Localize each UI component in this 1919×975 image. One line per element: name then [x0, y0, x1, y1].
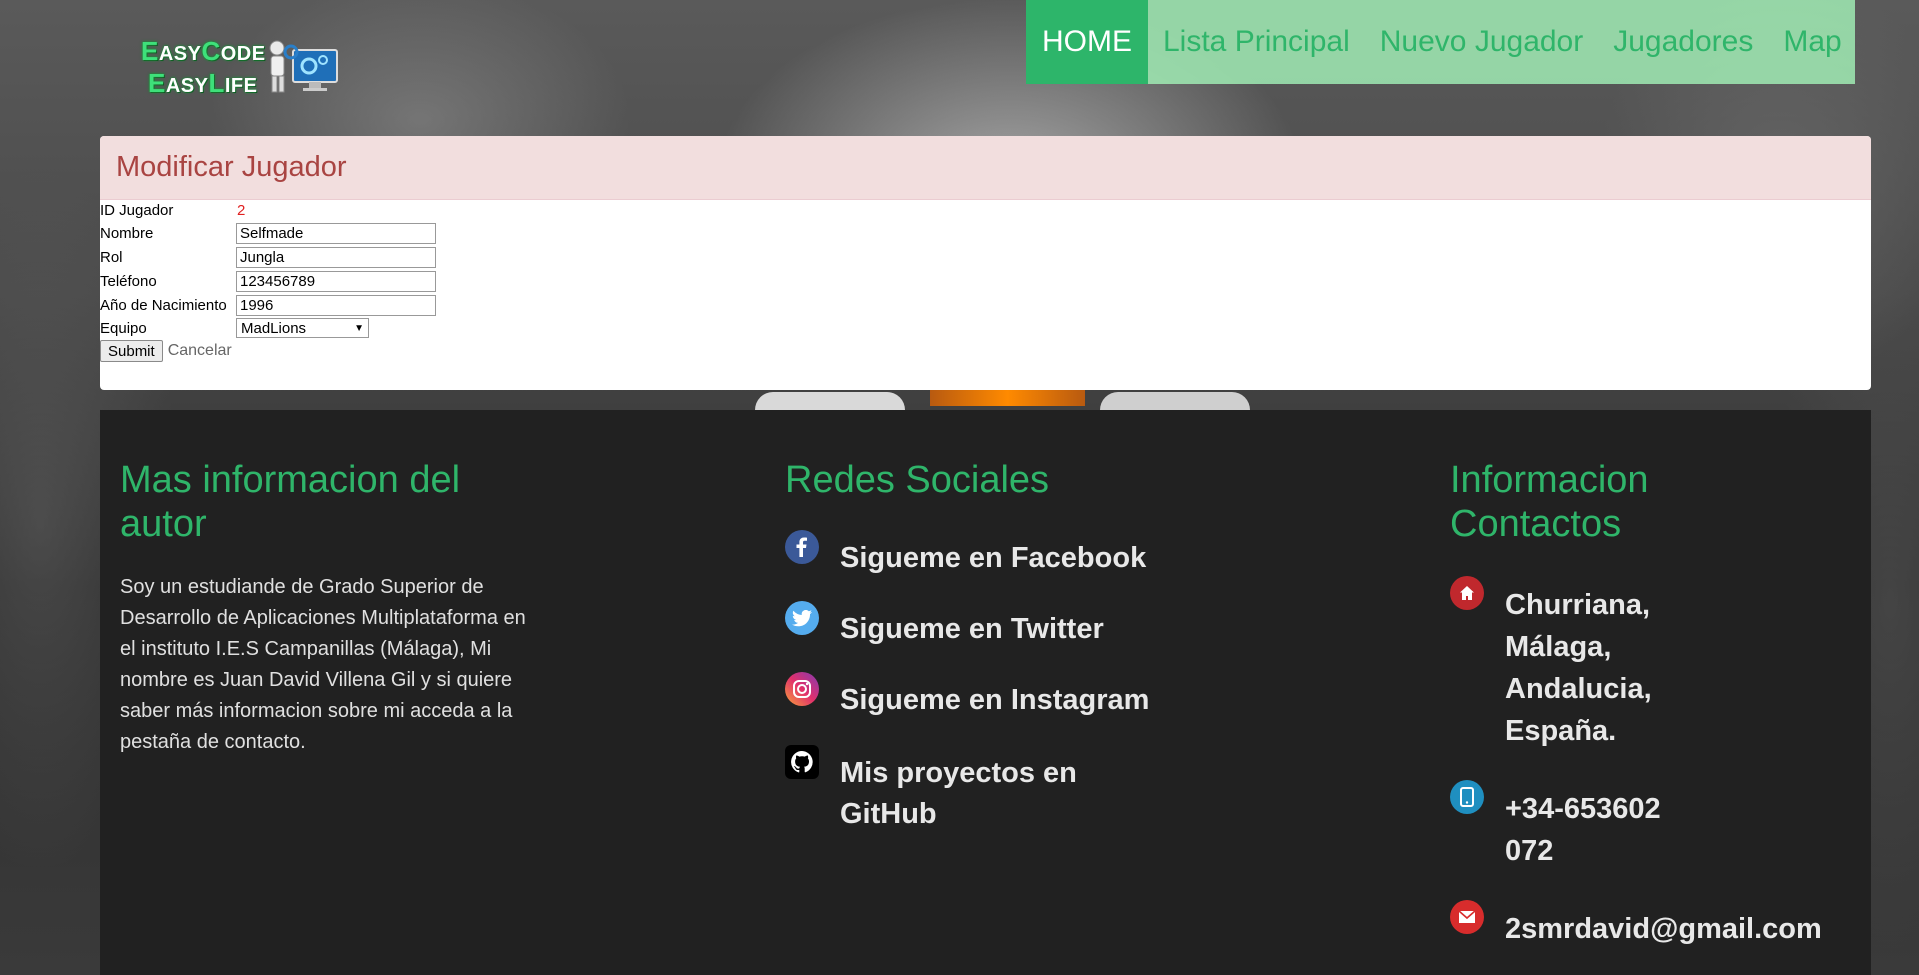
telefono-label: Teléfono — [100, 272, 157, 290]
logo-figure-icon — [269, 40, 338, 93]
cancel-link[interactable]: Cancelar — [168, 342, 232, 360]
nombre-label: Nombre — [100, 224, 154, 242]
logo-line-2: EASYLIFE — [148, 68, 258, 98]
nav-item-jugadores[interactable]: Jugadores — [1598, 0, 1768, 84]
nav-item-home[interactable]: HOME — [1026, 0, 1148, 84]
home-icon — [1450, 576, 1484, 610]
footer-about: Mas informacion del autor Soy un estudia… — [120, 458, 560, 758]
about-title: Mas informacion del autor — [120, 459, 461, 545]
main-nav: HOME Lista Principal Nuevo Jugador Jugad… — [1026, 0, 1855, 84]
page-title: Modificar Jugador — [116, 151, 347, 183]
form-actions: Submit Cancelar — [100, 340, 1871, 362]
rol-field[interactable] — [236, 246, 436, 268]
edit-player-form: ID Jugador 2 Nombre Rol Teléfono Año de … — [100, 200, 436, 339]
edit-player-panel: Modificar Jugador ID Jugador 2 Nombre Ro… — [100, 136, 1871, 390]
background-detail — [755, 392, 905, 410]
social-title: Redes Sociales — [785, 459, 1050, 501]
contact-title: Informacion Contactos — [1450, 459, 1649, 545]
equipo-label: Equipo — [100, 319, 147, 337]
envelope-icon — [1450, 900, 1484, 934]
about-text: Soy un estudiande de Grado Superior de D… — [120, 576, 526, 753]
nombre-field[interactable] — [236, 222, 436, 244]
contact-address: Churriana, Málaga, Andalucia, España. — [1450, 576, 1860, 752]
instagram-icon — [785, 672, 819, 706]
phone-icon — [1450, 780, 1484, 814]
id-value: 2 — [237, 202, 246, 219]
footer-contact: Informacion Contactos Churriana, Málaga,… — [1450, 458, 1860, 950]
background-detail — [930, 388, 1085, 406]
background-detail — [1100, 392, 1250, 410]
chevron-down-icon: ▼ — [354, 322, 364, 334]
nav-item-nuevo-jugador[interactable]: Nuevo Jugador — [1365, 0, 1598, 84]
facebook-link[interactable]: Sigueme en Facebook — [785, 530, 1205, 579]
contact-phone: +34-653602072 — [1450, 780, 1860, 872]
id-label: ID Jugador — [100, 202, 174, 219]
panel-heading: Modificar Jugador — [100, 136, 1871, 200]
site-logo[interactable]: EASYCODE EASYLIFE — [138, 32, 343, 100]
submit-button[interactable]: Submit — [100, 340, 163, 362]
contact-email[interactable]: 2smrdavid@gmail.com — [1450, 900, 1860, 950]
github-icon — [785, 745, 819, 779]
equipo-select-value: MadLions — [241, 319, 307, 337]
nav-item-lista-principal[interactable]: Lista Principal — [1148, 0, 1365, 84]
anio-nacimiento-label: Año de Nacimiento — [100, 296, 227, 314]
footer-social: Redes Sociales Sigueme en Facebook Sigue… — [785, 458, 1205, 835]
footer: Mas informacion del autor Soy un estudia… — [100, 410, 1871, 975]
instagram-link[interactable]: Sigueme en Instagram — [785, 672, 1205, 721]
nav-item-map[interactable]: Map — [1768, 0, 1856, 84]
twitter-icon — [785, 601, 819, 635]
equipo-select[interactable]: MadLions ▼ — [236, 318, 369, 338]
twitter-link[interactable]: Sigueme en Twitter — [785, 601, 1205, 650]
telefono-field[interactable] — [236, 270, 436, 292]
github-link[interactable]: Mis proyectos en GitHub — [785, 745, 1205, 835]
logo-line-1: EASYCODE — [141, 36, 266, 66]
anio-nacimiento-field[interactable] — [236, 294, 436, 316]
rol-label: Rol — [100, 248, 123, 266]
facebook-icon — [785, 530, 819, 564]
